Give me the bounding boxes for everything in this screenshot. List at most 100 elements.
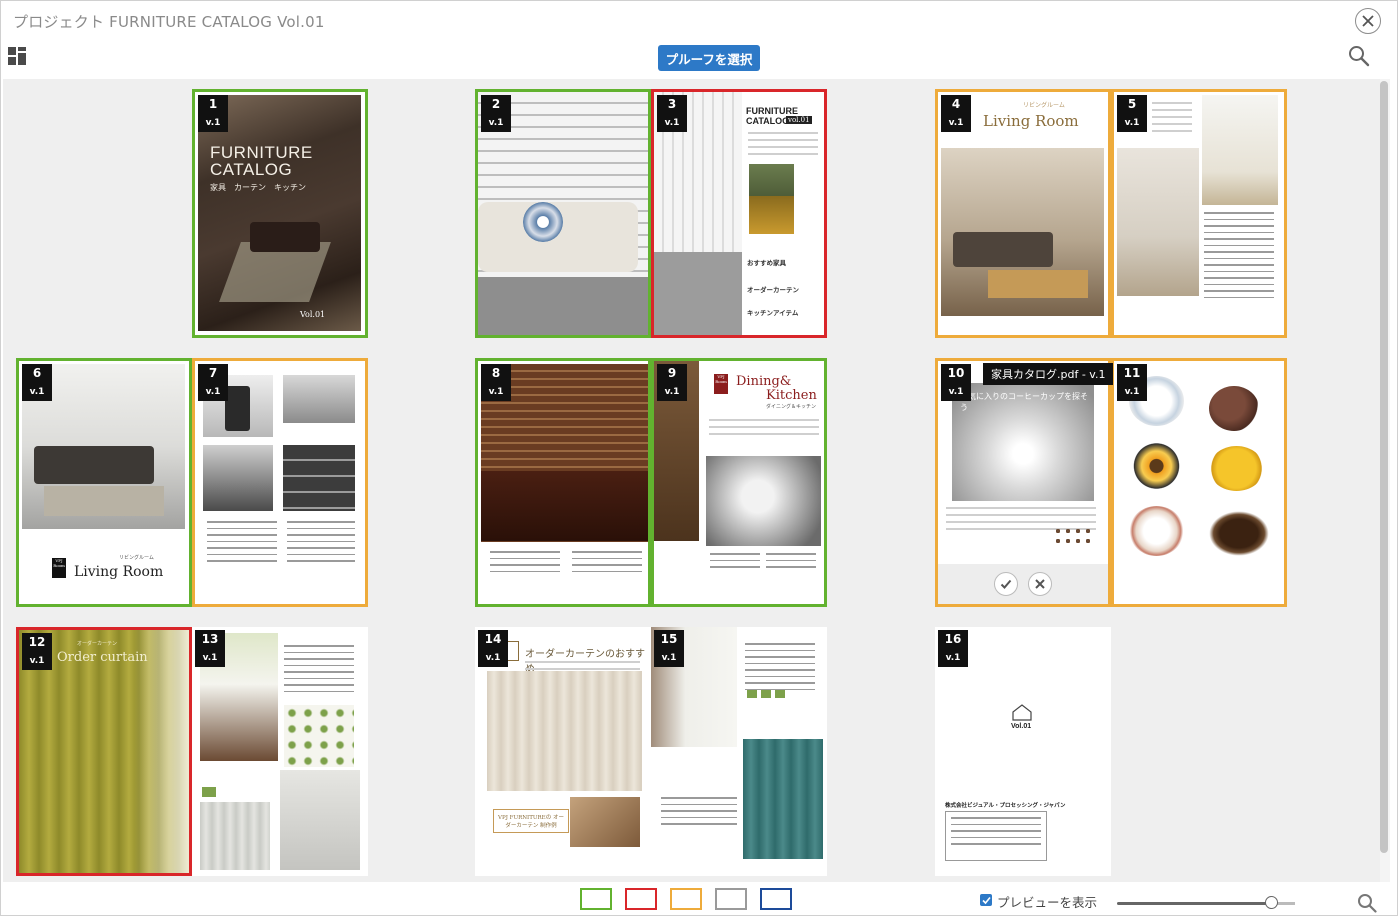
product-list-lines [766, 553, 816, 573]
catalog-volume: vol.01 [786, 116, 812, 124]
page-thumbnail-2[interactable]: 2 v.1 [475, 89, 651, 338]
toc-item-furniture: おすすめ家具 [747, 260, 786, 267]
rug-shape [988, 270, 1088, 298]
green-tag-group [747, 690, 787, 698]
cover-volume: Vol.01 [300, 310, 326, 319]
section-title-line2: Kitchen [766, 388, 817, 403]
sofa-shape [250, 222, 320, 252]
floor [654, 252, 742, 335]
page-number-badge: 16 v.1 [938, 630, 968, 667]
select-proof-button[interactable]: プルーフを選択 [658, 45, 760, 71]
section-title: Order curtain [57, 650, 148, 665]
filter-pending-swatch[interactable] [670, 888, 702, 910]
filter-rejected-swatch[interactable] [625, 888, 657, 910]
page-thumbnail-9[interactable]: VPJ Room Dining& Kitchen ダイニング＆キッチン 9 v.1 [651, 358, 827, 607]
close-button[interactable] [1355, 8, 1381, 34]
sofa-photo [283, 375, 355, 423]
page-thumbnail-8[interactable]: 8 v.1 [475, 358, 651, 607]
cup-photo-4 [1209, 446, 1264, 491]
thumbnail-photo [749, 196, 794, 234]
page-number-badge: 9 v.1 [657, 364, 687, 401]
page-number-badge: 7 v.1 [198, 364, 228, 401]
check-icon [1000, 579, 1012, 589]
zoom-search-icon[interactable] [1357, 893, 1377, 913]
preview-tooltip: 家具カタログ.pdf - v.1 [983, 363, 1114, 385]
close-icon [1362, 15, 1374, 27]
section-kana: リビングルーム [119, 555, 154, 561]
section-kana: オーダーカーテン [77, 641, 118, 647]
page-thumbnail-5[interactable]: 5 v.1 [1111, 89, 1287, 338]
body-text-lines [709, 419, 819, 440]
curtain-fabric-photo [487, 671, 642, 791]
page-thumbnail-4[interactable]: リビングルーム Living Room 4 v.1 [935, 89, 1111, 338]
page-thumbnail-15[interactable]: 15 v.1 [651, 627, 827, 876]
page-thumbnail-11[interactable]: 11 v.1 [1111, 358, 1287, 607]
bookshelf-photo [283, 445, 355, 511]
page-number-badge: 11 v.1 [1117, 364, 1147, 401]
cup-photo-3 [1129, 441, 1184, 491]
page-heading: お気に入りのコーヒーカップを探そう [960, 392, 1088, 412]
house-logo [1012, 704, 1032, 721]
page-number-badge: 3 v.1 [657, 95, 687, 132]
green-tag [202, 787, 216, 797]
desk-photo [1202, 95, 1278, 205]
filter-unchecked-swatch[interactable] [715, 888, 747, 910]
grid-view-icon[interactable] [8, 47, 27, 66]
contact-text-lines [951, 817, 1041, 850]
check-icon [981, 896, 991, 904]
scrollbar-thumb[interactable] [1380, 81, 1388, 853]
floor [478, 277, 648, 335]
search-icon[interactable] [1348, 45, 1370, 67]
page-thumbnail-14[interactable]: オーダーカーテンのおすすめ VPJ FURNITUREの オーダーカーテン 制作… [475, 627, 651, 876]
filter-approved-swatch[interactable] [580, 888, 612, 910]
leaf-pattern-photo [284, 705, 354, 767]
sample-caption: VPJ FURNITUREの オーダーカーテン 制作例 [493, 809, 569, 833]
page-thumbnail-16[interactable]: Vol.01 株式会社ビジュアル・プロセッシング・ジャパン 16 v.1 [935, 627, 1111, 876]
proof-action-bar [938, 564, 1108, 604]
desk-photo [203, 445, 273, 511]
section-kana: ダイニング＆キッチン [766, 404, 817, 410]
preview-checkbox[interactable] [980, 894, 992, 906]
reject-button[interactable] [1028, 572, 1052, 596]
cushion-shape [523, 202, 563, 242]
shelf-photo [1117, 148, 1199, 296]
body-text-lines [1152, 102, 1192, 137]
page-thumbnail-12[interactable]: オーダーカーテン Order curtain 12 v.1 [16, 627, 192, 876]
section-kana: リビングルーム [1023, 102, 1065, 109]
product-list-lines [287, 521, 355, 567]
cup-photo-6 [1209, 511, 1269, 556]
filter-blue-swatch[interactable] [760, 888, 792, 910]
brand-logo: VPJ Room [52, 558, 66, 578]
approve-button[interactable] [994, 572, 1018, 596]
page-thumbnail-1[interactable]: FURNITURE CATALOG 家具 カーテン キッチン Vol.01 1v… [192, 89, 368, 338]
zoom-slider-track[interactable] [1117, 902, 1272, 905]
table-shape [481, 471, 648, 541]
cover-subtitle: 家具 カーテン キッチン [210, 183, 306, 192]
toc-item-curtain: オーダーカーテン [747, 287, 799, 294]
section-title: Living Room [74, 564, 164, 580]
close-icon [1035, 579, 1045, 589]
product-list-lines [661, 797, 737, 830]
page-thumbnail-10[interactable]: お気に入りのコーヒーカップを探そう 10 v.1 [935, 358, 1111, 607]
page-number-badge: 14 v.1 [478, 630, 508, 667]
page-number-badge: 5 v.1 [1117, 95, 1147, 132]
page-thumbnail-6[interactable]: VPJ Room リビングルーム Living Room 6 v.1 [16, 358, 192, 607]
product-list-lines [284, 645, 354, 697]
page-thumbnail-3[interactable]: FURNITURE CATALOG vol.01 おすすめ家具 オーダーカーテン… [651, 89, 827, 338]
cup-photo-5 [1129, 506, 1184, 556]
bedroom-photo [280, 770, 360, 870]
catalog-title-line1: FURNITURE [746, 106, 798, 116]
page-thumbnail-13[interactable]: 13 v.1 [192, 627, 368, 876]
page-thumbnail-7[interactable]: 7 v.1 [192, 358, 368, 607]
company-name: 株式会社ビジュアル・プロセッシング・ジャパン [945, 803, 1066, 809]
page-number-badge: 4 v.1 [941, 95, 971, 132]
volume-label: Vol.01 [1011, 723, 1032, 730]
proof-viewer-window: プロジェクト FURNITURE CATALOG Vol.01 プルーフを選択 … [0, 0, 1398, 916]
page-number-badge: 15 v.1 [654, 630, 684, 667]
product-list-lines [572, 551, 642, 577]
product-list-lines [745, 643, 815, 695]
cup-photo-2 [1209, 386, 1259, 431]
page-number-badge: 8 v.1 [481, 364, 511, 401]
page-number-badge: 2 v.1 [481, 95, 511, 132]
product-list-lines [1204, 212, 1274, 303]
